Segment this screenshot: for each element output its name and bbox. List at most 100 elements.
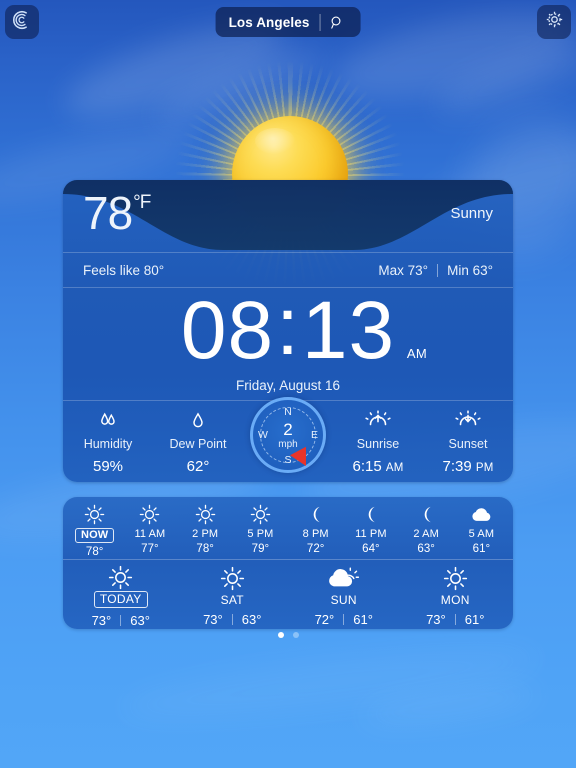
detail-suffix: PM (475, 462, 494, 474)
moon-icon (416, 501, 437, 527)
compass-north-label: N (284, 406, 292, 418)
app-logo-icon (11, 9, 33, 36)
sun-icon (220, 563, 245, 593)
detail-label: Dew Point (169, 437, 227, 451)
hourly-time-label: 11 AM (134, 528, 166, 540)
detail-suffix: AM (385, 462, 404, 474)
daily-low-label: 61° (353, 612, 373, 627)
hourly-temp-label: 79° (251, 543, 270, 555)
hourly-forecast-item[interactable]: 2 PM 78° (178, 501, 233, 559)
detail-label: Humidity (83, 437, 133, 451)
daily-temp-group: 72° 61° (315, 612, 373, 627)
forecast-card: NOW 78° 11 AM 77° 2 PM 78° 5 PM 79° 8 PM 72° 11 PM… (63, 497, 513, 629)
hourly-time-label: 5 AM (468, 528, 495, 540)
feels-like-label: Feels like 80° (83, 262, 165, 278)
daily-forecast-item[interactable]: SAT 73° 63° (177, 563, 289, 628)
humidity-icon (97, 409, 119, 431)
city-search-field[interactable]: Los Angeles (215, 7, 361, 37)
wind-speed-value: 2 (283, 420, 293, 439)
current-temperature: 78°F (83, 187, 151, 239)
max-temp-label: Max 73° (378, 262, 429, 278)
page-dot[interactable] (277, 632, 284, 638)
hourly-forecast-item[interactable]: 11 AM 77° (122, 501, 177, 559)
sunset-icon (453, 409, 483, 431)
current-weather-card: 78°F Sunny Feels like 80° Max 73° Min 63… (63, 180, 513, 482)
max-min-group: Max 73° Min 63° (378, 263, 493, 278)
cloud-wisp (118, 634, 542, 732)
settings-button[interactable] (537, 5, 571, 39)
daily-forecast-item[interactable]: MON 73° 61° (400, 563, 512, 628)
sun-icon (250, 501, 271, 527)
hourly-time-label: 2 PM (192, 528, 219, 540)
app-logo-button[interactable] (5, 5, 39, 39)
hourly-forecast-item[interactable]: NOW 78° (67, 501, 122, 559)
hourly-temp-label: 61° (472, 543, 491, 555)
wind-speed-unit: mph (278, 439, 298, 450)
moon-icon (360, 501, 381, 527)
daily-high-label: 72° (314, 612, 335, 627)
gear-icon (544, 9, 565, 35)
top-bar: Los Angeles (0, 0, 576, 44)
clock-section: 08:13 AM Friday, August 16 (63, 286, 513, 400)
hourly-temp-label: 77° (141, 543, 159, 555)
detail-sunset: Sunset 7:39 PM (423, 401, 513, 482)
sun-icon (443, 563, 468, 593)
daily-forecast-item[interactable]: SUN 72° 61° (288, 563, 400, 628)
detail-value: 7:39 PM (442, 458, 494, 475)
detail-value: 62° (186, 458, 210, 475)
divider (231, 614, 233, 625)
detail-sunrise: Sunrise 6:15 AM (333, 401, 423, 482)
clock-ampm: AM (406, 346, 427, 361)
daily-day-label: SAT (220, 593, 244, 607)
detail-label: Sunrise (356, 437, 400, 451)
divider (120, 615, 122, 626)
temperature-unit: °F (133, 192, 151, 213)
details-row: Humidity 59% Dew Point 62° Sunrise 6:15 … (63, 397, 513, 482)
condition-label: Sunny (450, 205, 493, 222)
detail-value: 59% (92, 458, 124, 475)
dewpoint-icon (189, 409, 207, 431)
hourly-time-label: 8 PM (302, 528, 329, 540)
sun-icon (84, 501, 105, 527)
daily-low-label: 61° (464, 612, 485, 627)
detail-value: 6:15 AM (352, 458, 404, 475)
sun-icon (195, 501, 216, 527)
daily-forecast-item[interactable]: TODAY 73° 63° (65, 563, 177, 628)
cloud-icon (469, 501, 494, 527)
hourly-temp-label: 78° (85, 546, 104, 558)
card-header: 78°F Sunny (63, 180, 513, 252)
hourly-time-label: 2 AM (413, 528, 439, 540)
search-icon[interactable] (320, 15, 351, 30)
daily-temp-group: 73° 63° (203, 612, 261, 627)
hourly-forecast-item[interactable]: 8 PM 72° (288, 501, 343, 559)
divider (454, 614, 456, 625)
hourly-time-label: 5 PM (247, 528, 274, 540)
page-indicator[interactable] (0, 632, 576, 638)
hourly-forecast-row: NOW 78° 11 AM 77° 2 PM 78° 5 PM 79° 8 PM 72° 11 PM… (63, 497, 513, 559)
city-name-label: Los Angeles (228, 14, 310, 30)
daily-day-label: MON (440, 593, 470, 607)
daily-high-label: 73° (426, 612, 446, 627)
hourly-forecast-item[interactable]: 5 PM 79° (233, 501, 288, 559)
sunrise-icon (363, 409, 393, 431)
hourly-forecast-item[interactable]: 2 AM 63° (399, 501, 454, 559)
moon-icon (305, 501, 326, 527)
cloud-sun-icon (327, 563, 360, 593)
daily-forecast-row: TODAY 73° 63° SAT 73° 63° SUN 72° 61° MON 73° 61° (63, 560, 513, 628)
wind-compass[interactable]: N S W E 2 mph (250, 397, 326, 473)
hourly-time-label: 11 PM (355, 528, 387, 540)
daily-day-label: SUN (330, 593, 357, 607)
page-dot[interactable] (292, 632, 299, 638)
hourly-forecast-item[interactable]: 11 PM 64° (343, 501, 398, 559)
clock-time: 08:13 (63, 286, 513, 372)
sun-icon (139, 501, 160, 527)
min-temp-label: Min 63° (447, 262, 493, 278)
hourly-time-label: NOW (75, 528, 115, 543)
hourly-forecast-item[interactable]: 5 AM 61° (454, 501, 509, 559)
current-date: Friday, August 16 (235, 378, 341, 393)
daily-high-label: 73° (91, 613, 112, 628)
daily-day-label: TODAY (93, 591, 148, 608)
sun-icon (108, 563, 133, 591)
daily-temp-group: 73° 61° (426, 612, 484, 627)
detail-humidity: Humidity 59% (63, 401, 153, 482)
